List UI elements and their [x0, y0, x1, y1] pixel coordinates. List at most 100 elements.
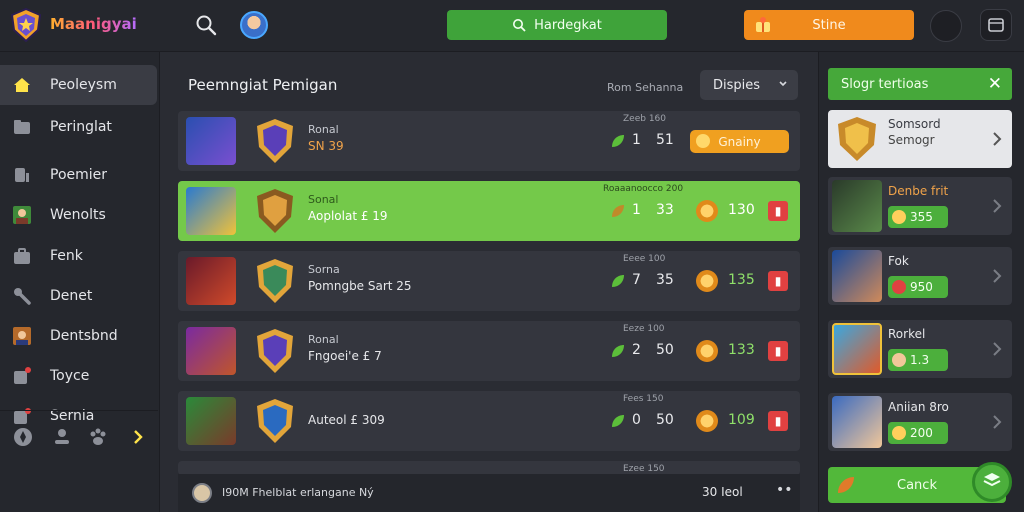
panel-card[interactable]: Fok 950: [828, 247, 1012, 305]
row-score: 133: [728, 342, 755, 358]
window-icon: [988, 18, 1004, 32]
paw-icon[interactable]: [88, 427, 108, 447]
sidebar-item-character[interactable]: Dentsbnd: [0, 316, 158, 356]
row-name: Ronal: [308, 333, 339, 346]
table-row[interactable]: Auteol £ 309 Fees 150 0 50 109 ▮: [178, 391, 800, 451]
hero-thumbnail: [832, 396, 882, 448]
table-row[interactable]: Sorna Pomngbe Sart 25 Eeee 100 7 35 135 …: [178, 251, 800, 311]
coin-icon: [696, 200, 718, 222]
store-button-label: Stine: [812, 17, 846, 33]
sidebar-item-label: Poemier: [50, 167, 108, 183]
sidebar-item-label: Peringlat: [50, 119, 112, 135]
row-tag: Eeze 100: [623, 324, 665, 334]
display-dropdown[interactable]: Dispies: [700, 70, 798, 100]
leaf-icon: [838, 477, 854, 493]
rank-badge-icon: [257, 329, 293, 373]
sort-label[interactable]: Rom Sehanna: [607, 81, 683, 94]
row-tag: Ezee 150: [623, 464, 665, 474]
close-icon[interactable]: ✕: [988, 74, 1002, 94]
row-stat-1: 0: [632, 412, 641, 428]
chevron-right-icon: [993, 199, 1002, 213]
panel-card[interactable]: Rorkel 1.3: [828, 320, 1012, 378]
chat-bar: I90M Fhelblat erlangane Ný 30 Ieol ••: [178, 474, 800, 512]
remove-button[interactable]: ▮: [768, 341, 788, 361]
sidebar-item-label: Wenolts: [50, 207, 106, 223]
table-row[interactable]: Ronal SN 39 Zeeb 160 1 51 Gnainy: [178, 111, 800, 171]
row-subtitle: Aoplolat £ 19: [308, 209, 388, 223]
sidebar-item-bag[interactable]: Fenk: [0, 236, 158, 276]
chevron-right-icon: [993, 342, 1002, 356]
panel-header: Slogr tertioas ✕: [828, 68, 1012, 100]
sidebar-item-edit[interactable]: Toyce: [0, 356, 158, 396]
panel-card-value: 355: [888, 206, 948, 228]
panel-card-name: Rorkel: [888, 327, 926, 341]
sidebar-item-folder[interactable]: Peringlat: [0, 107, 158, 147]
sidebar-item-label: Dentsbnd: [50, 328, 118, 344]
avatar[interactable]: [192, 483, 212, 503]
wrench-icon: [14, 288, 31, 305]
hero-thumbnail: [186, 117, 236, 165]
search-icon[interactable]: [195, 14, 217, 36]
store-button[interactable]: Stine: [744, 10, 914, 40]
coin-icon: [696, 340, 718, 362]
rank-badge-icon: [257, 399, 293, 443]
table-row[interactable]: Ronal Fngoei'e £ 7 Eeze 100 2 50 133 ▮: [178, 321, 800, 381]
user-icon[interactable]: [52, 427, 72, 447]
rank-badge-icon: [838, 117, 876, 161]
row-stat-1: 1: [632, 132, 641, 148]
coin-icon: [696, 410, 718, 432]
row-name: Sorna: [308, 263, 340, 276]
chat-count: 30 Ieol: [702, 485, 743, 499]
user-avatar[interactable]: [240, 11, 268, 39]
sidebar-item-avatar[interactable]: Wenolts: [0, 195, 158, 235]
chevron-right-icon: [993, 415, 1002, 429]
panel-card[interactable]: Somsord Semogr: [828, 110, 1012, 168]
panel-card-value-text: 950: [910, 280, 933, 294]
search-button[interactable]: Hardegkat: [447, 10, 667, 40]
panel-card[interactable]: Denbe frit 355: [828, 177, 1012, 235]
row-score: 135: [728, 272, 755, 288]
chat-message: I90M Fhelblat erlangane Ný: [222, 486, 374, 499]
panel-card-name: Somsord: [888, 117, 941, 131]
rank-badge-icon: [257, 119, 293, 163]
hero-thumbnail: [832, 250, 882, 302]
more-options[interactable]: ••: [776, 482, 793, 498]
remove-button[interactable]: ▮: [768, 411, 788, 431]
row-name: Sonal: [308, 193, 339, 206]
panel-card[interactable]: Aniian 8ro 200: [828, 393, 1012, 451]
app-title: Maanigyai: [50, 15, 137, 33]
sidebar-item-home[interactable]: Peoleysm: [0, 65, 157, 105]
trophy-icon: [15, 168, 29, 182]
sidebar-item-wrench[interactable]: Denet: [0, 276, 158, 316]
chevron-right-icon[interactable]: [128, 427, 148, 447]
chevron-right-icon: [993, 132, 1002, 146]
gem-icon: [892, 280, 906, 294]
row-name: Ronal: [308, 123, 339, 136]
sidebar-item-label: Peoleysm: [50, 77, 117, 93]
rank-badge-icon: [257, 189, 293, 233]
table-row-selected[interactable]: Sonal Aoplolat £ 19 Roaaanoocco 200 1 33…: [178, 181, 800, 241]
compass-icon[interactable]: [13, 427, 33, 447]
row-subtitle: Pomngbe Sart 25: [308, 279, 412, 293]
row-score: 109: [728, 412, 755, 428]
shield-logo-icon[interactable]: [10, 8, 42, 42]
sidebar-item-trophy[interactable]: Poemier: [0, 155, 158, 195]
row-tag: Eeee 100: [623, 254, 666, 264]
row-action-button[interactable]: Gnainy: [690, 130, 789, 153]
menu-button[interactable]: [980, 9, 1012, 41]
leaf-icon: [612, 205, 624, 217]
row-stat-1: 2: [632, 342, 641, 358]
remove-button[interactable]: ▮: [768, 271, 788, 291]
table-row-partial[interactable]: Ezee 150: [178, 461, 800, 475]
chevron-right-icon: [993, 269, 1002, 283]
profile-button[interactable]: [930, 10, 962, 42]
row-tag: Roaaanoocco 200: [603, 184, 684, 194]
hero-thumbnail: [186, 187, 236, 235]
remove-button[interactable]: ▮: [768, 201, 788, 221]
row-stat-2: 33: [656, 202, 674, 218]
panel-card-name: Aniian 8ro: [888, 400, 949, 414]
hero-thumbnail: [832, 180, 882, 232]
chat-fab-button[interactable]: [972, 462, 1012, 502]
avatar-icon: [13, 206, 31, 224]
home-icon: [14, 78, 30, 92]
